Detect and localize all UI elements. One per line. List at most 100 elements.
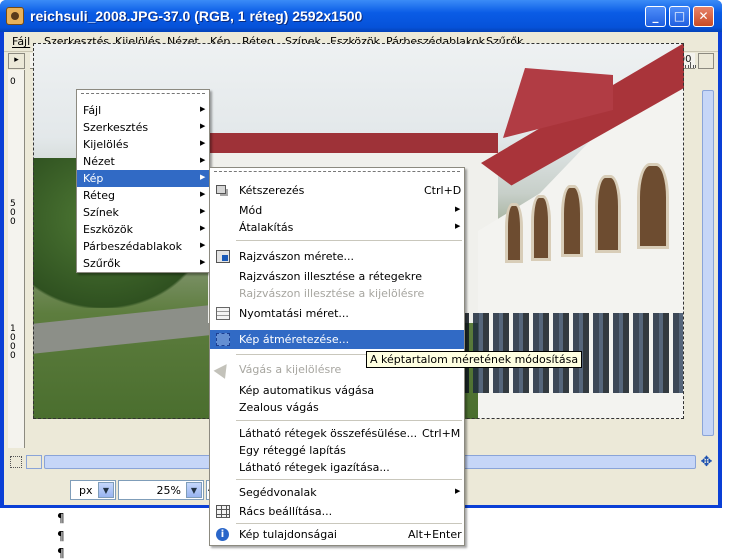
context-item-label: Párbeszédablakok <box>83 240 183 253</box>
context-item-file[interactable]: Fájl ▶ <box>77 102 209 119</box>
submenu-arrow-icon: ▶ <box>200 139 206 147</box>
menu-separator <box>236 420 462 421</box>
close-button[interactable]: ✕ <box>693 6 714 27</box>
context-item-select[interactable]: Kijelölés ▶ <box>77 136 209 153</box>
pilcrow-mark: ¶ <box>57 511 65 525</box>
menu-item-autocrop[interactable]: Kép automatikus vágása <box>210 382 464 399</box>
menu-item-label: Látható rétegek igazítása... <box>239 461 390 474</box>
submenu-arrow-icon: ▶ <box>200 224 206 232</box>
menu-item-fit-canvas-selection: Rajzvászon illesztése a kijelölésre <box>210 285 464 302</box>
info-icon: i <box>216 528 229 541</box>
context-item-label: Kép <box>83 172 104 185</box>
title-bar[interactable]: reichsuli_2008.JPG-37.0 (RGB, 1 réteg) 2… <box>0 0 722 32</box>
context-item-colors[interactable]: Színek ▶ <box>77 204 209 221</box>
print-size-icon <box>216 307 230 320</box>
menu-item-align-visible-layers[interactable]: Látható rétegek igazítása... <box>210 459 464 476</box>
menu-item-label: Zealous vágás <box>239 401 319 414</box>
grid-icon <box>216 505 230 518</box>
tear-off-line[interactable] <box>81 93 205 94</box>
photo-window <box>505 203 523 263</box>
minimize-button[interactable]: _ <box>645 6 666 27</box>
zoom-selector[interactable]: 25% ▼ <box>118 480 204 500</box>
quick-mask-toggle[interactable] <box>10 456 22 468</box>
menu-item-label: Kép tulajdonságai <box>239 528 337 541</box>
submenu-arrow-icon: ▶ <box>200 105 206 113</box>
tear-off-line[interactable] <box>214 171 460 172</box>
submenu-arrow-icon: ▶ <box>200 156 206 164</box>
menu-item-configure-grid[interactable]: Rács beállítása... <box>210 503 464 520</box>
menu-file[interactable]: Fájl <box>12 35 30 48</box>
unit-selector[interactable]: px ▼ <box>70 480 116 500</box>
menu-item-label: Nyomtatási méret... <box>239 307 349 320</box>
menu-item-duplicate[interactable]: Kétszerezés Ctrl+D <box>210 182 464 199</box>
scale-image-icon <box>216 333 230 346</box>
photo-roof-left <box>208 133 498 153</box>
ruler-tick <box>692 65 694 68</box>
chevron-down-icon[interactable]: ▼ <box>98 482 114 498</box>
menu-item-label: Rajzvászon illesztése a rétegekre <box>239 270 422 283</box>
context-item-image[interactable]: Kép ▶ <box>77 170 209 187</box>
menu-item-transform[interactable]: Átalakítás ▶ <box>210 219 464 236</box>
menu-item-zealous-crop[interactable]: Zealous vágás <box>210 399 464 416</box>
submenu-arrow-icon: ▶ <box>200 241 206 249</box>
horizontal-scrollbar-left[interactable] <box>26 455 42 469</box>
photo-window <box>531 195 551 261</box>
menu-item-label: Segédvonalak <box>239 486 317 499</box>
submenu-arrow-icon: ▶ <box>200 258 206 266</box>
pilcrow-mark: ¶ <box>57 529 65 543</box>
maximize-button[interactable]: □ <box>669 6 690 27</box>
menu-item-label: Kép automatikus vágása <box>239 384 375 397</box>
menu-item-label: Látható rétegek összefésülése... <box>239 427 418 440</box>
menu-item-canvas-size[interactable]: Rajzvászon mérete... <box>210 248 464 265</box>
menu-item-label: Mód <box>239 204 263 217</box>
menu-item-image-properties[interactable]: i Kép tulajdonságai Alt+Enter <box>210 526 464 543</box>
menu-item-label: Vágás a kijelölésre <box>239 363 342 376</box>
zoom-toggle-button[interactable] <box>698 53 714 69</box>
photo-window <box>595 175 621 253</box>
gimp-app-icon[interactable] <box>6 7 24 25</box>
context-item-label: Réteg <box>83 189 115 202</box>
vertical-ruler[interactable]: 0 500 1000 <box>8 70 25 448</box>
context-item-label: Nézet <box>83 155 115 168</box>
menu-separator <box>236 479 462 480</box>
ruler-tick <box>685 65 686 68</box>
window-title: reichsuli_2008.JPG-37.0 (RGB, 1 réteg) 2… <box>30 8 363 24</box>
context-item-label: Eszközök <box>83 223 134 236</box>
chevron-down-icon[interactable]: ▼ <box>186 482 202 498</box>
menu-item-label: Rajzvászon illesztése a kijelölésre <box>239 287 425 300</box>
canvas-size-icon <box>216 250 230 263</box>
menu-item-mode[interactable]: Mód ▶ <box>210 202 464 219</box>
zoom-value: 25% <box>156 484 181 497</box>
ruler-tick <box>695 65 696 68</box>
menu-item-flatten[interactable]: Egy réteggé lapítás <box>210 442 464 459</box>
submenu-arrow-icon: ▶ <box>200 122 206 130</box>
ruler-label: 1000 <box>10 324 16 361</box>
submenu-arrow-icon: ▶ <box>200 173 206 181</box>
menu-item-label: Rács beállítása... <box>239 505 333 518</box>
menu-arrow-button[interactable]: ▸ <box>8 53 25 69</box>
menu-item-print-size[interactable]: Nyomtatási méret... <box>210 305 464 322</box>
menu-item-scale-image[interactable]: Kép átméretezése... <box>210 330 464 349</box>
ruler-label: 0 <box>10 77 16 87</box>
menu-separator <box>236 240 462 241</box>
context-item-tools[interactable]: Eszközök ▶ <box>77 221 209 238</box>
context-item-edit[interactable]: Szerkesztés ▶ <box>77 119 209 136</box>
menu-item-guides[interactable]: Segédvonalak ▶ <box>210 484 464 501</box>
context-item-filters[interactable]: Szűrők ▶ <box>77 255 209 272</box>
menu-item-shortcut: Ctrl+M <box>422 427 461 440</box>
pilcrow-mark: ¶ <box>57 546 65 559</box>
submenu-arrow-icon: ▶ <box>455 487 461 495</box>
submenu-arrow-icon: ▶ <box>200 190 206 198</box>
menu-item-label: Átalakítás <box>239 221 294 234</box>
menu-item-fit-canvas-layers[interactable]: Rajzvászon illesztése a rétegekre <box>210 268 464 285</box>
context-item-view[interactable]: Nézet ▶ <box>77 153 209 170</box>
context-item-label: Kijelölés <box>83 138 129 151</box>
context-item-layer[interactable]: Réteg ▶ <box>77 187 209 204</box>
ruler-tick <box>690 62 691 68</box>
vertical-scrollbar-thumb[interactable] <box>702 90 714 436</box>
menu-item-label: Rajzvászon mérete... <box>239 250 355 263</box>
navigate-icon[interactable]: ✥ <box>699 455 714 470</box>
context-item-dialogs[interactable]: Párbeszédablakok ▶ <box>77 238 209 255</box>
menu-item-merge-visible[interactable]: Látható rétegek összefésülése... Ctrl+M <box>210 425 464 442</box>
ruler-tick <box>687 65 689 68</box>
